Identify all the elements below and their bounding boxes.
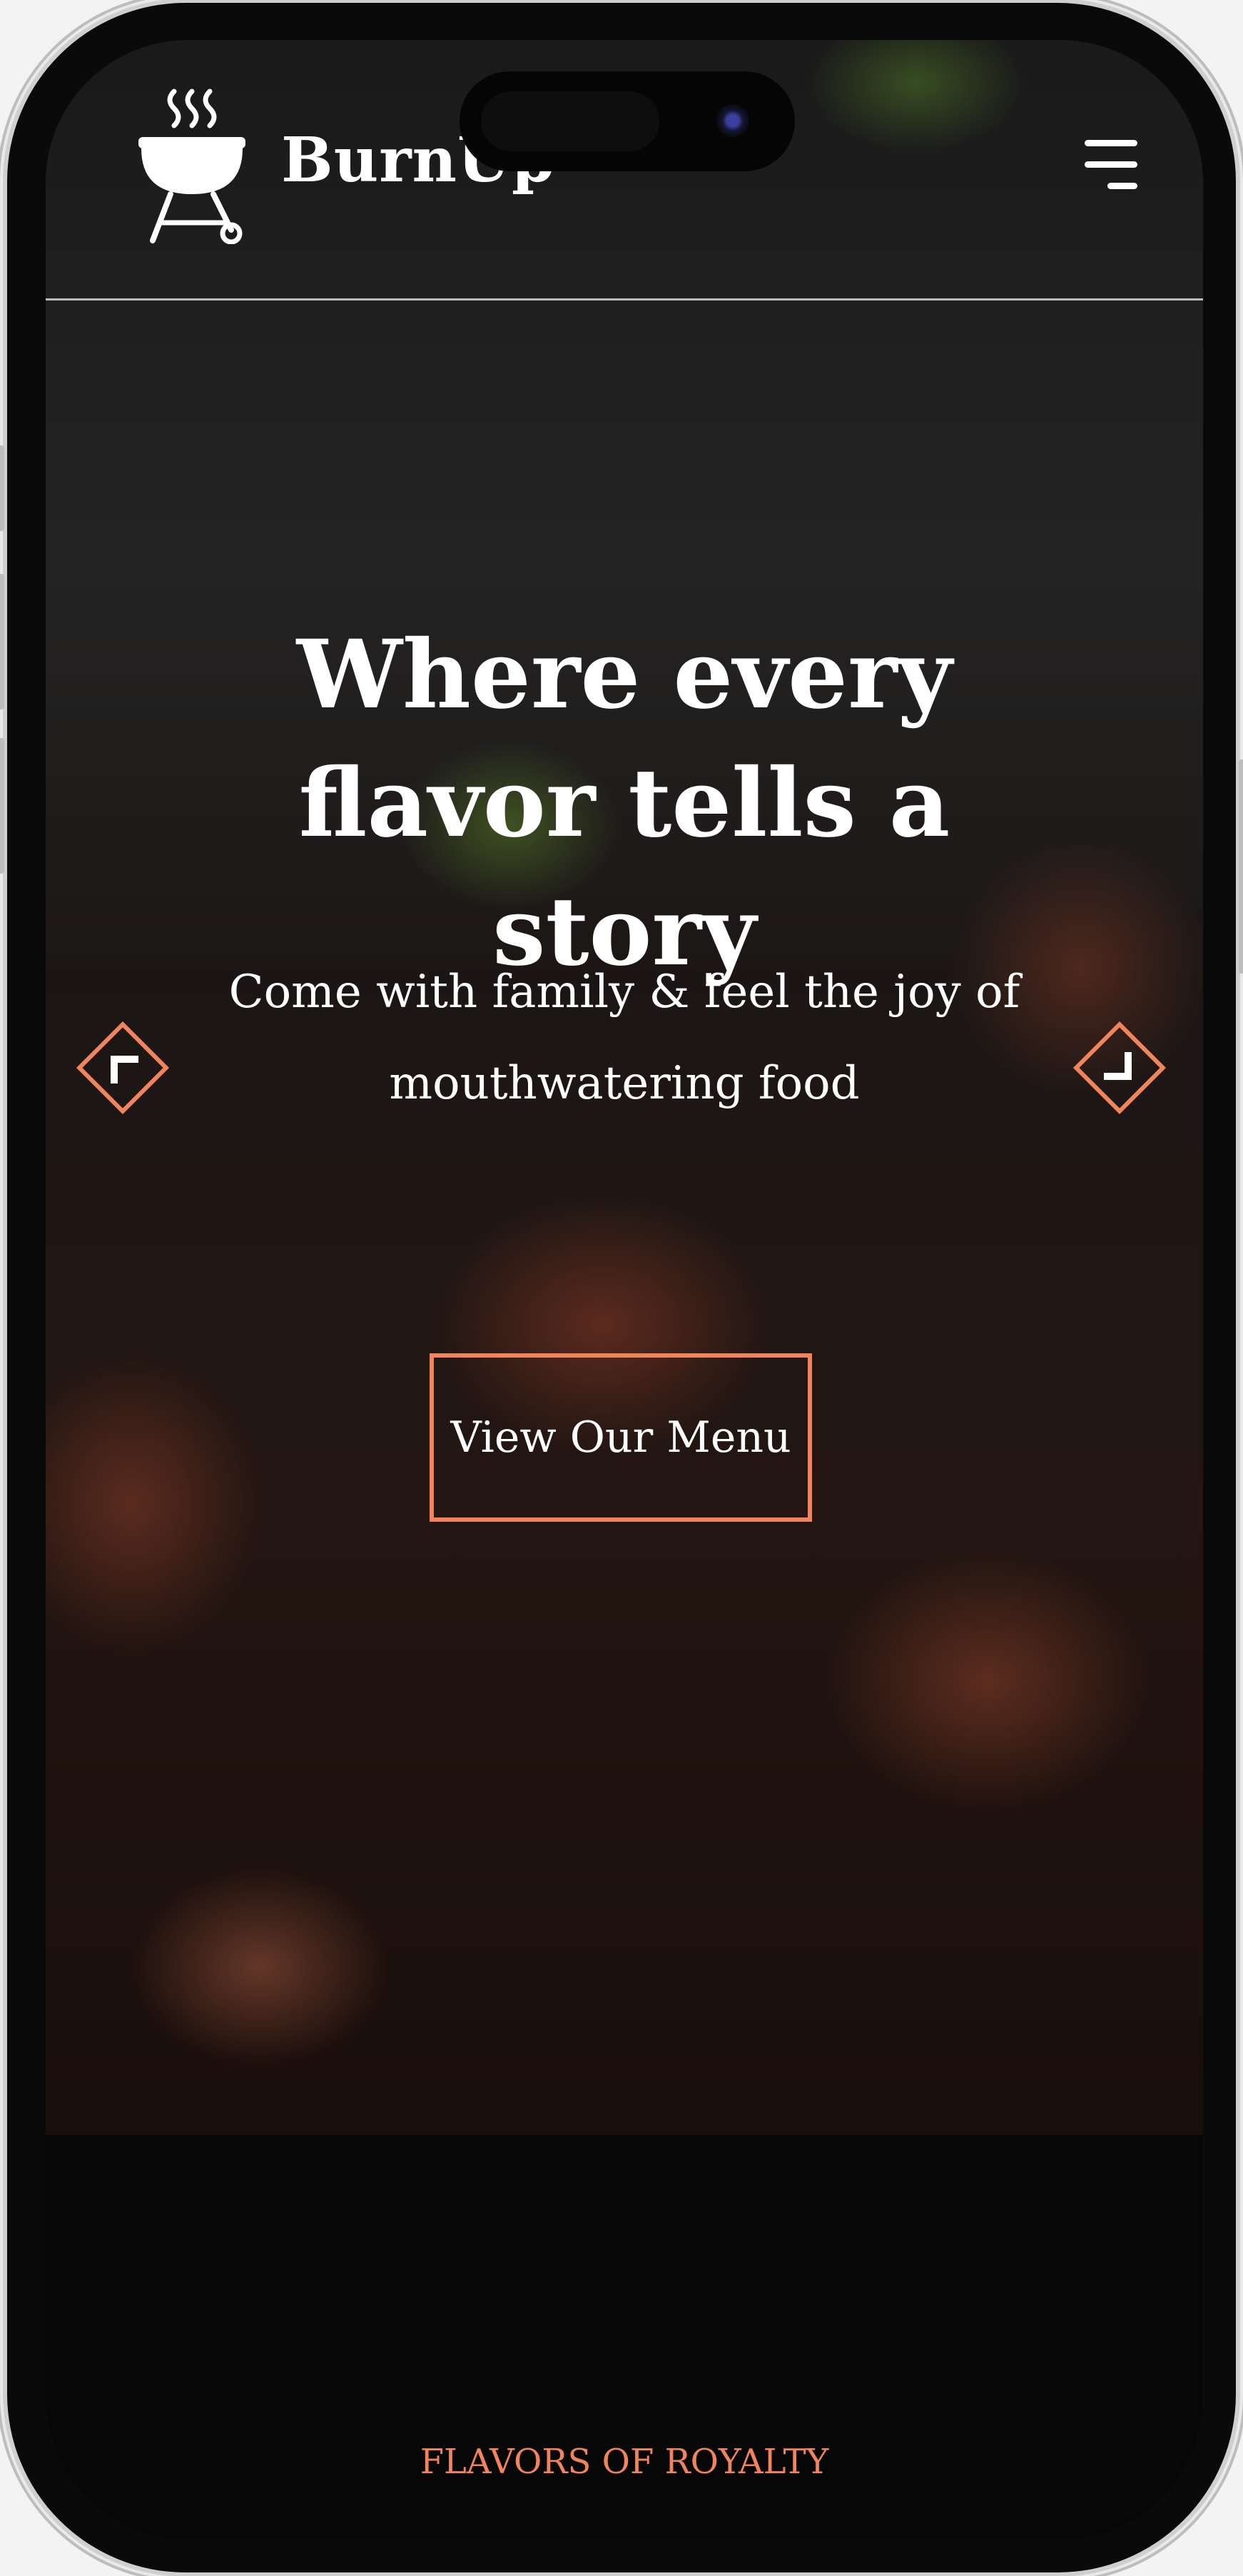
header-divider	[46, 298, 1203, 300]
section-label: FLAVORS OF ROYALTY	[420, 2442, 829, 2482]
side-button-power	[1239, 759, 1243, 974]
side-button-volume-down	[0, 738, 4, 874]
screen: BurnUp Where every flavor tells a story …	[46, 40, 1203, 2540]
menu-line-middle	[1085, 161, 1137, 168]
side-button-action	[0, 445, 4, 531]
menu-line-top	[1085, 140, 1137, 146]
carousel-next-button[interactable]	[1070, 1018, 1170, 1118]
front-camera	[716, 104, 749, 137]
chevron-right-icon	[1072, 1021, 1167, 1115]
hamburger-menu-icon[interactable]	[1073, 140, 1137, 190]
menu-line-bottom	[1107, 183, 1137, 189]
chevron-left-icon	[76, 1021, 170, 1115]
carousel-prev-button[interactable]	[73, 1018, 173, 1118]
hero-subtext: Come with family & feel the joy of mouth…	[228, 966, 1020, 1110]
view-menu-button[interactable]: View Our Menu	[430, 1353, 812, 1522]
bbq-grill-icon[interactable]	[131, 87, 253, 244]
hero-headline: Where every flavor tells a story	[296, 620, 953, 987]
island-sensor	[481, 91, 659, 151]
side-button-volume-up	[0, 574, 4, 709]
phone-frame: BurnUp Where every flavor tells a story …	[0, 3, 1243, 2572]
dynamic-island	[460, 71, 795, 171]
